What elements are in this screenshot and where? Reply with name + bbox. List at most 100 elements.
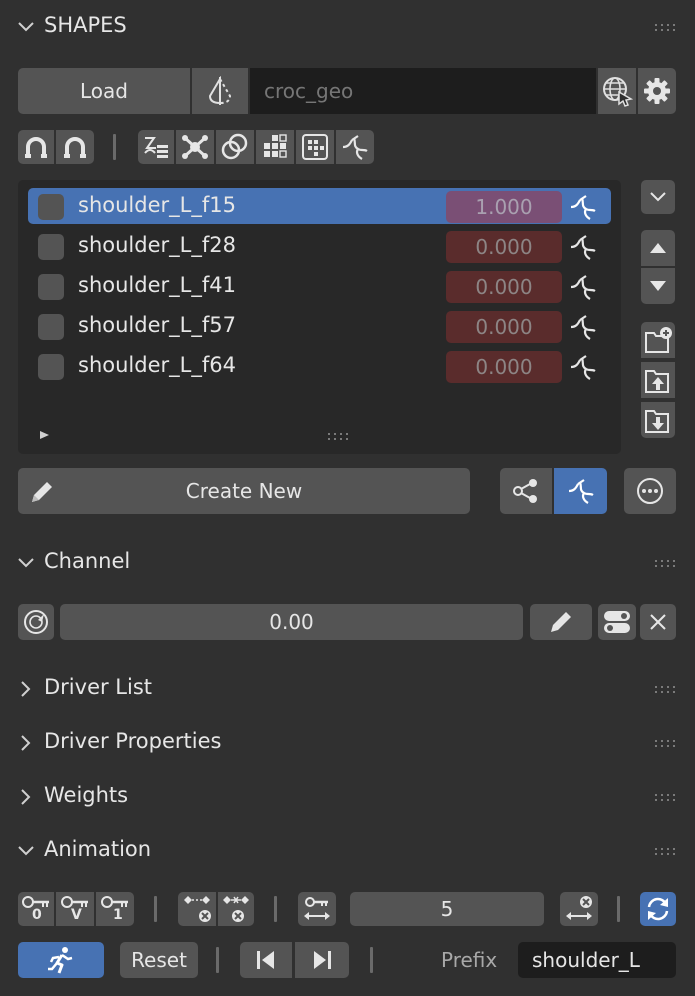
shape-key-icon[interactable] bbox=[568, 272, 598, 302]
delete-key-left-button[interactable] bbox=[178, 892, 216, 926]
geometry-field-value: croc_geo bbox=[264, 79, 354, 103]
channel-edit-button[interactable] bbox=[530, 604, 592, 640]
chevron-right-icon bbox=[16, 733, 36, 753]
panel-title: Weights bbox=[44, 783, 129, 807]
more-icon bbox=[635, 476, 665, 506]
load-button-label: Load bbox=[80, 79, 128, 103]
checkbox[interactable] bbox=[38, 354, 64, 380]
reset-button-label: Reset bbox=[131, 948, 187, 972]
chevron-down-icon bbox=[16, 17, 36, 37]
chevron-down-icon bbox=[16, 553, 36, 573]
reset-button[interactable]: Reset bbox=[120, 942, 198, 978]
key-range-button[interactable] bbox=[298, 892, 336, 926]
channel-remove-button[interactable] bbox=[640, 604, 676, 640]
shape-key-button[interactable] bbox=[336, 130, 374, 164]
folder-up-button[interactable] bbox=[641, 362, 675, 398]
channel-target-button[interactable] bbox=[18, 604, 54, 640]
channel-value-field[interactable]: 0.00 bbox=[60, 604, 523, 640]
chevron-right-icon bbox=[16, 787, 36, 807]
prefix-input[interactable]: shoulder_L bbox=[518, 942, 676, 978]
panel-title: Driver List bbox=[44, 675, 153, 699]
delete-key-right-button[interactable] bbox=[218, 892, 254, 926]
circles-icon bbox=[220, 133, 250, 161]
list-item[interactable]: shoulder_L_f57 0.000 bbox=[28, 308, 611, 344]
driver-list-panel-header[interactable]: Driver List bbox=[0, 666, 695, 710]
key-v-button[interactable]: V bbox=[56, 892, 94, 926]
magnet-icon bbox=[61, 133, 89, 161]
magnet-left-button[interactable] bbox=[18, 130, 54, 164]
resize-handle-icon[interactable] bbox=[328, 431, 350, 441]
run-icon bbox=[46, 945, 76, 975]
panel-title: Driver Properties bbox=[44, 729, 222, 753]
key-one-button[interactable]: 1 bbox=[96, 892, 134, 926]
move-up-button[interactable] bbox=[641, 230, 675, 266]
shape-key-icon[interactable] bbox=[568, 232, 598, 262]
drag-handle-icon[interactable] bbox=[655, 684, 677, 694]
magnet-right-button[interactable] bbox=[56, 130, 94, 164]
list-menu-button[interactable] bbox=[641, 180, 675, 214]
folder-add-button[interactable] bbox=[641, 322, 675, 358]
grid-frame-button[interactable] bbox=[296, 130, 334, 164]
close-icon bbox=[649, 613, 667, 631]
clear-range-button[interactable] bbox=[560, 892, 598, 926]
settings-button[interactable] bbox=[638, 68, 676, 114]
driver-properties-panel-header[interactable]: Driver Properties bbox=[0, 720, 695, 764]
drag-handle-icon[interactable] bbox=[655, 738, 677, 748]
checkbox[interactable] bbox=[38, 194, 64, 220]
load-button[interactable]: Load bbox=[18, 68, 190, 114]
checkbox[interactable] bbox=[38, 234, 64, 260]
gear-icon bbox=[643, 77, 671, 105]
key-zero-button[interactable]: 0 bbox=[18, 892, 54, 926]
shape-list-button[interactable] bbox=[138, 130, 174, 164]
separator bbox=[154, 896, 157, 922]
share-button[interactable] bbox=[500, 468, 552, 514]
checkbox[interactable] bbox=[38, 274, 64, 300]
play-action-toggle[interactable] bbox=[18, 942, 104, 978]
step-value-field[interactable]: 5 bbox=[350, 892, 544, 926]
prefix-input-value: shoulder_L bbox=[532, 948, 640, 972]
drag-handle-icon[interactable] bbox=[655, 846, 677, 856]
globe-button[interactable] bbox=[598, 68, 636, 114]
animation-panel-header[interactable]: Animation bbox=[0, 828, 695, 872]
channel-toggle-button[interactable] bbox=[598, 604, 636, 640]
separator bbox=[370, 947, 373, 973]
list-item-value[interactable]: 0.000 bbox=[446, 311, 562, 343]
drag-handle-icon[interactable] bbox=[655, 22, 677, 32]
list-item-value[interactable]: 0.000 bbox=[446, 351, 562, 383]
node-button[interactable] bbox=[176, 130, 214, 164]
node-icon bbox=[180, 133, 210, 161]
move-down-button[interactable] bbox=[641, 268, 675, 304]
weights-panel-header[interactable]: Weights bbox=[0, 774, 695, 818]
panel-title: SHAPES bbox=[44, 13, 127, 37]
list-item[interactable]: shoulder_L_f15 1.000 bbox=[28, 188, 611, 224]
list-item-value[interactable]: 1.000 bbox=[446, 191, 562, 223]
grid-dots-button[interactable] bbox=[256, 130, 294, 164]
more-options-button[interactable] bbox=[624, 468, 676, 514]
mirror-button[interactable] bbox=[192, 68, 248, 114]
create-new-button[interactable]: Create New bbox=[18, 468, 470, 514]
shape-key-icon[interactable] bbox=[568, 352, 598, 382]
shape-key-toggle-button[interactable] bbox=[554, 468, 607, 514]
list-item[interactable]: shoulder_L_f28 0.000 bbox=[28, 228, 611, 264]
shape-key-icon[interactable] bbox=[568, 192, 598, 222]
auto-refresh-toggle[interactable] bbox=[640, 892, 676, 926]
channel-panel-header[interactable]: Channel bbox=[0, 540, 695, 584]
pencil-icon bbox=[28, 478, 56, 506]
list-item[interactable]: shoulder_L_f41 0.000 bbox=[28, 268, 611, 304]
panel-title: Animation bbox=[44, 837, 152, 861]
list-item-value[interactable]: 0.000 bbox=[446, 271, 562, 303]
list-item[interactable]: shoulder_L_f64 0.000 bbox=[28, 348, 611, 384]
geometry-field[interactable]: croc_geo bbox=[250, 68, 596, 114]
expand-arrow-icon[interactable] bbox=[38, 429, 50, 441]
checkbox[interactable] bbox=[38, 314, 64, 340]
share-icon bbox=[511, 477, 541, 505]
list-item-value[interactable]: 0.000 bbox=[446, 231, 562, 263]
circles-button[interactable] bbox=[216, 130, 254, 164]
jump-end-button[interactable] bbox=[295, 942, 349, 978]
drag-handle-icon[interactable] bbox=[655, 558, 677, 568]
shapes-panel-header[interactable]: SHAPES bbox=[0, 4, 695, 48]
shape-key-icon[interactable] bbox=[568, 312, 598, 342]
folder-down-button[interactable] bbox=[641, 402, 675, 438]
drag-handle-icon[interactable] bbox=[655, 792, 677, 802]
jump-start-button[interactable] bbox=[240, 942, 292, 978]
